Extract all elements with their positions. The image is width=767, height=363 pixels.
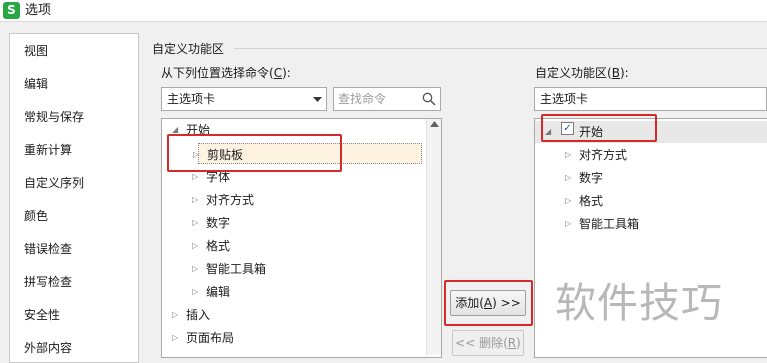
collapsed-arrow-icon[interactable]: ▷ (172, 327, 182, 349)
remove-button[interactable]: << 删除(R) (452, 330, 524, 356)
customize-ribbon-label: 自定义功能区(B): (535, 66, 629, 80)
nav-item-security[interactable]: 安全性 (24, 304, 60, 326)
tree-node-label: 智能工具箱 (206, 262, 267, 276)
title-bar: S 选项 (0, 0, 767, 22)
collapsed-arrow-icon[interactable]: ▷ (565, 213, 575, 235)
choose-commands-label-text: 从下列位置选择命令 (161, 66, 270, 80)
collapsed-arrow-icon[interactable]: ▷ (192, 235, 202, 257)
section-title: 自定义功能区 (152, 42, 225, 56)
collapsed-arrow-icon[interactable]: ▷ (172, 304, 182, 326)
ribbon-dropdown-value: 主选项卡 (540, 92, 589, 106)
nav-item-spell-check[interactable]: 拼写检查 (24, 271, 72, 293)
choose-commands-label: 从下列位置选择命令(C): (161, 66, 291, 80)
tree-node-label: 数字 (206, 216, 231, 230)
nav-item-general-save[interactable]: 常规与保存 (24, 106, 84, 128)
add-button-highlight-box (444, 280, 533, 326)
remove-button-access-key: R (507, 336, 517, 350)
section-divider (234, 48, 767, 49)
remove-button-suffix: ) (516, 336, 521, 350)
wps-app-icon: S (3, 2, 20, 19)
collapsed-arrow-icon[interactable]: ▷ (192, 212, 202, 234)
nav-item-view[interactable]: 视图 (24, 40, 48, 62)
collapsed-arrow-icon[interactable]: ▷ (192, 281, 202, 303)
commands-source-dropdown[interactable]: 主选项卡 (161, 87, 327, 111)
dropdown-arrow-icon (313, 97, 322, 102)
remove-button-prefix: << 删除( (455, 336, 508, 350)
commands-tree-scrollbar[interactable] (426, 119, 441, 355)
nav-item-colors[interactable]: 颜色 (24, 205, 48, 227)
customize-ribbon-access-key: B (611, 66, 620, 80)
tree-node-label: 页面布局 (186, 331, 235, 345)
collapsed-arrow-icon[interactable]: ▷ (192, 258, 202, 280)
search-commands-box[interactable] (333, 87, 441, 111)
collapsed-arrow-icon[interactable]: ▷ (192, 189, 202, 211)
customize-ribbon-label-text: 自定义功能区 (535, 66, 608, 80)
options-category-list: 视图 编辑 常规与保存 重新计算 自定义序列 颜色 错误检查 拼写检查 安全性 … (9, 33, 139, 363)
nav-item-edit[interactable]: 编辑 (24, 73, 48, 95)
watermark: 软件技巧 (555, 279, 723, 327)
tree-node-label: 编辑 (206, 285, 231, 299)
collapsed-arrow-icon[interactable]: ▷ (565, 167, 575, 189)
ribbon-tabs-dropdown[interactable]: 主选项卡 (534, 87, 767, 111)
scroll-up-arrow-icon[interactable] (430, 121, 439, 127)
nav-item-error-checking[interactable]: 错误检查 (24, 238, 72, 260)
nav-item-custom-lists[interactable]: 自定义序列 (24, 172, 84, 194)
tree-node-label: 数字 (579, 171, 604, 185)
search-commands-input[interactable] (335, 89, 415, 109)
choose-commands-access-key: C (273, 66, 283, 80)
nav-item-recalculate[interactable]: 重新计算 (24, 139, 72, 161)
tree-node-label: 对齐方式 (579, 148, 628, 162)
home-tab-highlight-box (541, 114, 657, 142)
tree-node-label: 格式 (206, 239, 231, 253)
tree-node-label: 智能工具箱 (579, 217, 640, 231)
tree-node-label: 插入 (186, 308, 211, 322)
tree-node-label: 格式 (579, 194, 604, 208)
tree-node-label: 对齐方式 (206, 193, 255, 207)
commands-dropdown-value: 主选项卡 (167, 92, 216, 106)
nav-item-external-content[interactable]: 外部内容 (24, 337, 72, 359)
window-title: 选项 (25, 3, 52, 18)
collapsed-arrow-icon[interactable]: ▷ (565, 190, 575, 212)
clipboard-highlight-box (167, 134, 342, 172)
collapsed-arrow-icon[interactable]: ▷ (565, 144, 575, 166)
search-icon[interactable] (422, 92, 436, 106)
